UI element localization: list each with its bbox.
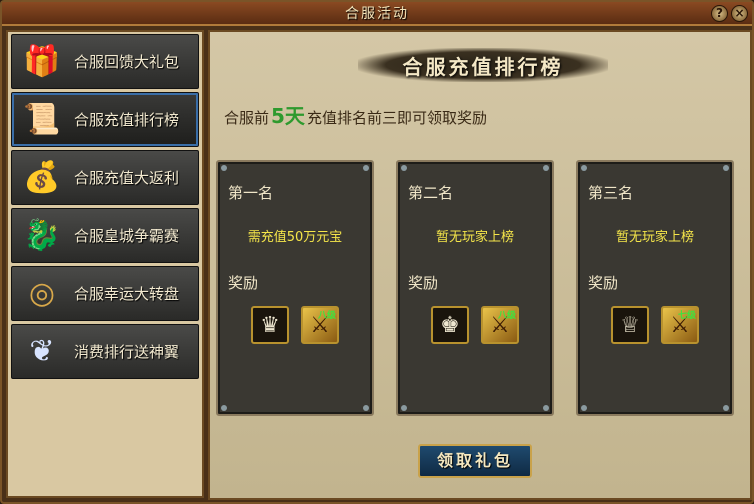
rank-requirement: 暂无玩家上榜 xyxy=(435,230,514,245)
reward-label: 奖励 xyxy=(408,274,439,292)
page-title-text: 合服充值排行榜 xyxy=(402,54,564,79)
wheel-icon: ◎ xyxy=(28,276,56,311)
sidebar-item-label: 合服充值大返利 xyxy=(74,169,180,187)
item-level-badge: 八级 xyxy=(497,311,516,321)
reward-items: ♚ ⚔ 八级 xyxy=(398,306,552,344)
item-glyph: ♚ xyxy=(440,312,460,338)
wing-icon: ❦ xyxy=(29,334,55,369)
event-description: 合服前 5天 充值排名前三即可领取奖励 xyxy=(224,100,487,129)
event-window: 合服活动 ? × 🎁 合服回馈大礼包 📜 合服充值排行榜 💰 合服充值大返利 🐉… xyxy=(0,0,754,504)
card-corner-rivet xyxy=(543,165,549,171)
sidebar-item-spending-ranking[interactable]: ❦ 消费排行送神翼 xyxy=(11,324,199,379)
card-corner-rivet xyxy=(401,165,407,171)
card-corner-rivet xyxy=(363,405,369,411)
rank-label: 第二名 xyxy=(408,184,454,202)
rank-card-first: 第一名 需充值50万元宝 奖励 ♛ ⚔ 八级 xyxy=(216,160,374,416)
card-corner-rivet xyxy=(581,165,587,171)
helmet-silver-icon[interactable]: ♕ xyxy=(611,306,649,344)
window-title: 合服活动 xyxy=(345,6,409,22)
rank-requirement: 暂无玩家上榜 xyxy=(615,230,694,245)
scroll-icon: 📜 xyxy=(23,102,61,137)
reward-label: 奖励 xyxy=(228,274,259,292)
sidebar-item-recharge-ranking[interactable]: 📜 合服充值排行榜 xyxy=(11,92,199,147)
sidebar-item-label: 合服充值排行榜 xyxy=(74,111,180,129)
sidebar-item-label: 合服幸运大转盘 xyxy=(74,285,180,303)
reward-label: 奖励 xyxy=(588,274,619,292)
sidebar-item-recharge-rebate[interactable]: 💰 合服充值大返利 xyxy=(11,150,199,205)
rank-label: 第三名 xyxy=(588,184,634,202)
item-glyph: ♕ xyxy=(620,312,640,338)
weapon-fan-icon[interactable]: ⚔ 七级 xyxy=(661,306,699,344)
card-corner-rivet xyxy=(401,405,407,411)
reward-items: ♕ ⚔ 七级 xyxy=(578,306,732,344)
sidebar-item-lucky-wheel[interactable]: ◎ 合服幸运大转盘 xyxy=(11,266,199,321)
help-button[interactable]: ? xyxy=(711,5,728,22)
money-bag-icon: 💰 xyxy=(23,160,61,195)
sidebar-item-label: 合服皇城争霸赛 xyxy=(74,227,180,245)
sidebar-item-label: 消费排行送神翼 xyxy=(74,343,180,361)
description-suffix: 充值排名前三即可领取奖励 xyxy=(306,109,487,127)
weapon-fan-icon[interactable]: ⚔ 八级 xyxy=(481,306,519,344)
dragon-icon: 🐉 xyxy=(23,218,61,253)
item-glyph: ♛ xyxy=(260,312,280,338)
title-bar: 合服活动 ? × xyxy=(2,2,752,26)
card-corner-rivet xyxy=(543,405,549,411)
helmet-dark-icon[interactable]: ♚ xyxy=(431,306,469,344)
page-title: 合服充值排行榜 xyxy=(358,48,608,82)
helmet-gold-icon[interactable]: ♛ xyxy=(251,306,289,344)
reward-items: ♛ ⚔ 八级 xyxy=(218,306,372,344)
rank-card-second: 第二名 暂无玩家上榜 奖励 ♚ ⚔ 八级 xyxy=(396,160,554,416)
rank-label: 第一名 xyxy=(228,184,274,202)
card-corner-rivet xyxy=(363,165,369,171)
sidebar-item-merge-gift[interactable]: 🎁 合服回馈大礼包 xyxy=(11,34,199,89)
gift-box-icon: 🎁 xyxy=(23,44,61,79)
rank-requirement: 需充值50万元宝 xyxy=(247,230,343,245)
card-corner-rivet xyxy=(221,405,227,411)
main-panel: 合服充值排行榜 合服前 5天 充值排名前三即可领取奖励 第一名 需充值50万元宝… xyxy=(208,30,752,500)
sidebar: 🎁 合服回馈大礼包 📜 合服充值排行榜 💰 合服充值大返利 🐉 合服皇城争霸赛 … xyxy=(6,30,204,498)
claim-gift-button[interactable]: 领取礼包 xyxy=(418,444,532,478)
card-corner-rivet xyxy=(221,165,227,171)
card-corner-rivet xyxy=(723,165,729,171)
sidebar-item-royal-city-battle[interactable]: 🐉 合服皇城争霸赛 xyxy=(11,208,199,263)
item-level-badge: 八级 xyxy=(317,311,336,321)
description-days: 5天 xyxy=(271,104,305,128)
sidebar-item-label: 合服回馈大礼包 xyxy=(74,53,180,71)
item-level-badge: 七级 xyxy=(677,311,696,321)
description-prefix: 合服前 xyxy=(224,109,270,127)
card-corner-rivet xyxy=(723,405,729,411)
card-corner-rivet xyxy=(581,405,587,411)
weapon-fan-icon[interactable]: ⚔ 八级 xyxy=(301,306,339,344)
rank-card-third: 第三名 暂无玩家上榜 奖励 ♕ ⚔ 七级 xyxy=(576,160,734,416)
close-button[interactable]: × xyxy=(731,5,748,22)
